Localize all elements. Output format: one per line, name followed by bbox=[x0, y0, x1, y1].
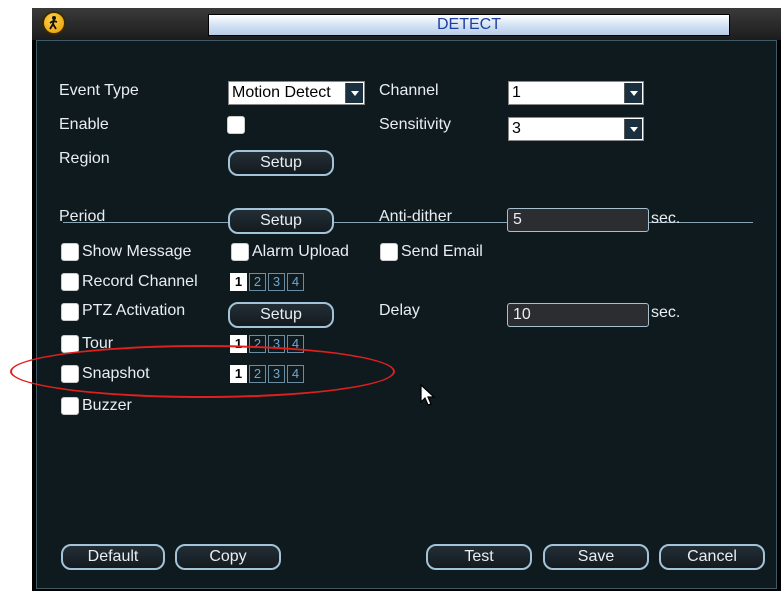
tour-label: Tour bbox=[82, 335, 114, 352]
copy-button[interactable]: Copy bbox=[175, 544, 281, 570]
alarm-upload-label: Alarm Upload bbox=[252, 243, 349, 260]
sensitivity-value: 3 bbox=[512, 120, 521, 137]
period-label: Period bbox=[59, 208, 106, 225]
region-label: Region bbox=[59, 150, 110, 167]
sensitivity-label: Sensitivity bbox=[379, 116, 452, 133]
channel-select[interactable]: 1 bbox=[508, 81, 644, 105]
tour-channel-2[interactable]: 2 bbox=[249, 335, 266, 353]
snapshot-channel-3[interactable]: 3 bbox=[268, 365, 285, 383]
record-channel-label: Record Channel bbox=[82, 273, 198, 290]
snapshot-label: Snapshot bbox=[82, 365, 150, 382]
show-message-checkbox[interactable] bbox=[61, 243, 79, 261]
antidither-label: Anti-dither bbox=[379, 208, 452, 225]
cancel-button[interactable]: Cancel bbox=[659, 544, 765, 570]
delay-unit: sec. bbox=[651, 304, 681, 321]
title-bar: DETECT bbox=[32, 8, 781, 40]
record-channel-3[interactable]: 3 bbox=[268, 273, 285, 291]
ptz-setup-button[interactable]: Setup bbox=[228, 302, 334, 328]
mouse-pointer-icon bbox=[420, 383, 436, 413]
event-type-select[interactable]: Motion Detect bbox=[228, 81, 365, 105]
snapshot-channel-2[interactable]: 2 bbox=[249, 365, 266, 383]
record-channel-2[interactable]: 2 bbox=[249, 273, 266, 291]
record-channel-checkbox[interactable] bbox=[61, 273, 79, 291]
ptz-activation-label: PTZ Activation bbox=[82, 302, 186, 319]
channel-label: Channel bbox=[379, 82, 439, 99]
save-button[interactable]: Save bbox=[543, 544, 649, 570]
chevron-down-icon bbox=[624, 119, 642, 139]
buzzer-label: Buzzer bbox=[82, 397, 132, 414]
event-type-label: Event Type bbox=[59, 82, 139, 99]
send-email-checkbox[interactable] bbox=[380, 243, 398, 261]
channel-value: 1 bbox=[512, 84, 521, 101]
chevron-down-icon bbox=[624, 83, 642, 103]
test-button[interactable]: Test bbox=[426, 544, 532, 570]
alarm-upload-checkbox[interactable] bbox=[231, 243, 249, 261]
event-type-value: Motion Detect bbox=[232, 84, 331, 101]
motion-person-icon bbox=[42, 11, 66, 35]
sensitivity-select[interactable]: 3 bbox=[508, 117, 644, 141]
show-message-label: Show Message bbox=[82, 243, 192, 260]
detect-panel: Event Type Motion Detect Channel 1 Enabl… bbox=[36, 40, 777, 589]
antidither-input[interactable]: 5 bbox=[507, 208, 649, 232]
region-setup-button[interactable]: Setup bbox=[228, 150, 334, 176]
tour-channel-3[interactable]: 3 bbox=[268, 335, 285, 353]
record-channel-1[interactable]: 1 bbox=[230, 273, 247, 291]
chevron-down-icon bbox=[345, 83, 363, 103]
tour-channel-4[interactable]: 4 bbox=[287, 335, 304, 353]
tour-channel-1[interactable]: 1 bbox=[230, 335, 247, 353]
snapshot-channel-4[interactable]: 4 bbox=[287, 365, 304, 383]
tour-checkbox[interactable] bbox=[61, 335, 79, 353]
buzzer-checkbox[interactable] bbox=[61, 397, 79, 415]
send-email-label: Send Email bbox=[401, 243, 483, 260]
enable-label: Enable bbox=[59, 116, 109, 133]
snapshot-checkbox[interactable] bbox=[61, 365, 79, 383]
snapshot-channel-1[interactable]: 1 bbox=[230, 365, 247, 383]
delay-input[interactable]: 10 bbox=[507, 303, 649, 327]
default-button[interactable]: Default bbox=[61, 544, 165, 570]
detect-window: DETECT Event Type Motion Detect Channel … bbox=[32, 8, 781, 591]
period-setup-button[interactable]: Setup bbox=[228, 208, 334, 234]
ptz-activation-checkbox[interactable] bbox=[61, 303, 79, 321]
delay-label: Delay bbox=[379, 302, 420, 319]
enable-checkbox[interactable] bbox=[227, 116, 245, 134]
window-title: DETECT bbox=[208, 14, 730, 36]
record-channel-4[interactable]: 4 bbox=[287, 273, 304, 291]
antidither-unit: sec. bbox=[651, 210, 681, 227]
